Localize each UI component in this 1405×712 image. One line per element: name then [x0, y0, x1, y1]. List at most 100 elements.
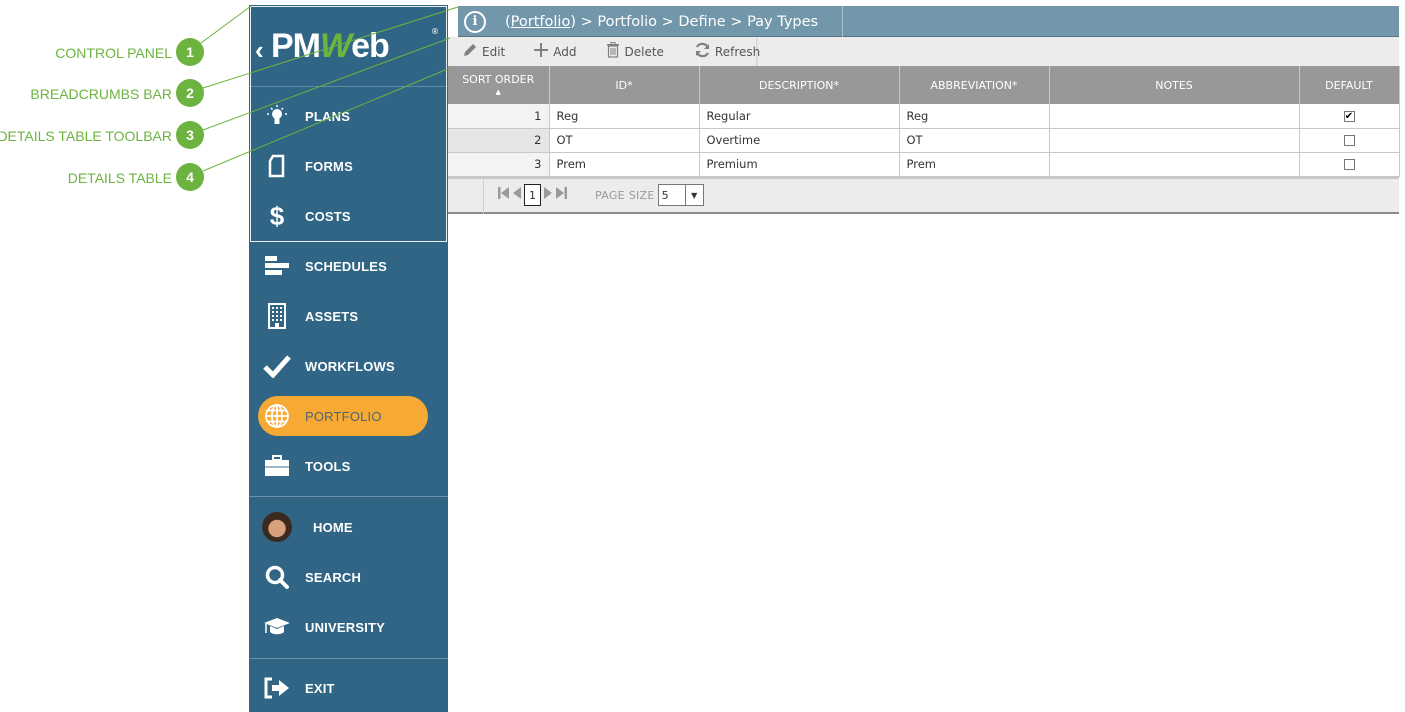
cell-abbreviation[interactable]: Reg [899, 104, 1050, 129]
pager: 1 PAGE SIZE 5 ▼ [448, 176, 1399, 214]
add-button[interactable]: Add [533, 42, 576, 62]
search-icon [249, 564, 305, 590]
info-icon[interactable]: i [464, 10, 486, 33]
cell-abbreviation[interactable]: OT [899, 128, 1050, 153]
callout-badge-2: 2 [176, 79, 204, 107]
breadcrumb-link-portfolio[interactable]: Portfolio [511, 14, 571, 30]
sidebar-item-schedules[interactable]: SCHEDULES [249, 246, 448, 286]
sidebar-divider [249, 496, 448, 497]
graduation-cap-icon [249, 616, 305, 638]
plus-icon [533, 42, 549, 62]
cell-description[interactable]: Overtime [699, 128, 900, 153]
sidebar-item-label: TOOLS [305, 458, 351, 474]
sidebar-item-search[interactable]: SEARCH [249, 557, 448, 597]
lightbulb-icon [249, 103, 305, 129]
sort-ascending-icon: ▲ [495, 88, 501, 96]
breadcrumb: (Portfolio) > Portfolio > Define > Pay T… [505, 14, 818, 30]
last-page-button[interactable] [556, 186, 567, 204]
pager-lead-cell [448, 178, 484, 214]
delete-button[interactable]: Delete [606, 41, 664, 62]
trash-icon [606, 41, 620, 62]
next-page-button[interactable] [544, 186, 552, 204]
gantt-icon [249, 255, 305, 277]
current-page[interactable]: 1 [524, 184, 541, 206]
sidebar-item-home[interactable]: HOME [249, 507, 448, 547]
sidebar-item-university[interactable]: UNIVERSITY [249, 607, 448, 647]
column-header-description[interactable]: DESCRIPTION* [699, 66, 900, 104]
table-row[interactable]: 2 OT Overtime OT [448, 128, 1400, 153]
cell-default [1299, 128, 1400, 153]
prev-page-button[interactable] [513, 186, 521, 204]
home-avatar-wrap [249, 512, 305, 542]
cell-description[interactable]: Regular [699, 104, 900, 129]
sidebar-item-forms[interactable]: FORMS [249, 146, 448, 186]
sidebar-item-costs[interactable]: $ COSTS [249, 196, 448, 236]
column-header-id[interactable]: ID* [549, 66, 700, 104]
table-row[interactable]: 3 Prem Premium Prem [448, 152, 1400, 177]
cell-id[interactable]: Prem [549, 152, 700, 177]
default-checkbox[interactable] [1343, 159, 1355, 170]
sidebar-item-assets[interactable]: ASSETS [249, 296, 448, 336]
first-page-button[interactable] [498, 186, 509, 204]
page-size-value: 5 [661, 188, 669, 202]
cell-notes[interactable] [1049, 152, 1300, 177]
delete-label: Delete [624, 44, 664, 59]
cell-sort-order[interactable]: 1 [448, 104, 550, 129]
column-header-default[interactable]: DEFAULT [1299, 66, 1400, 104]
table-row[interactable]: 1 Reg Regular Reg ✔ [448, 104, 1400, 129]
callout-label-details-table-toolbar: DETAILS TABLE TOOLBAR [0, 128, 172, 144]
sidebar-item-label: SEARCH [305, 569, 362, 585]
refresh-icon [694, 42, 711, 62]
refresh-button[interactable]: Refresh [694, 42, 760, 62]
sidebar-item-label: COSTS [305, 208, 351, 224]
column-header-abbreviation[interactable]: ABBREVIATION* [899, 66, 1050, 104]
sidebar-item-label: PORTFOLIO [305, 408, 382, 424]
cell-id[interactable]: OT [549, 128, 700, 153]
cell-abbreviation[interactable]: Prem [899, 152, 1050, 177]
edit-button[interactable]: Edit [462, 42, 505, 62]
edit-label: Edit [482, 44, 506, 59]
sidebar-item-workflows[interactable]: WORKFLOWS [249, 346, 448, 386]
cell-notes[interactable] [1049, 128, 1300, 153]
callout-badge-1: 1 [176, 38, 204, 66]
sidebar-item-label: SCHEDULES [305, 258, 387, 274]
chevron-down-icon[interactable]: ▼ [684, 185, 703, 205]
building-icon [249, 303, 305, 329]
column-header-notes[interactable]: NOTES [1049, 66, 1300, 104]
sidebar-item-label: HOME [313, 519, 353, 535]
cell-default [1299, 152, 1400, 177]
breadcrumb-path: > Portfolio > Define > Pay Types [576, 13, 819, 30]
sidebar-divider [249, 658, 448, 659]
details-table: SORT ORDER ▲ ID* DESCRIPTION* ABBREVIATIO… [448, 66, 1400, 214]
sidebar-item-label: ASSETS [305, 308, 359, 324]
sidebar-item-label: UNIVERSITY [305, 619, 386, 635]
default-checkbox[interactable] [1343, 135, 1355, 146]
cell-description[interactable]: Premium [699, 152, 900, 177]
control-panel: ‹ PMWeb ® PLANS FORMS $ COSTS SCHEDULES … [249, 5, 448, 712]
breadcrumb-tab: i (Portfolio) > Portfolio > Define > Pay… [458, 6, 843, 37]
cell-default: ✔ [1299, 104, 1400, 129]
sidebar-item-tools[interactable]: TOOLS [249, 446, 448, 486]
cell-id[interactable]: Reg [549, 104, 700, 129]
column-header-label: SORT ORDER [462, 73, 535, 86]
table-header-row: SORT ORDER ▲ ID* DESCRIPTION* ABBREVIATIO… [448, 66, 1400, 104]
refresh-label: Refresh [714, 44, 761, 59]
default-checkbox[interactable]: ✔ [1343, 110, 1355, 122]
exit-icon [249, 676, 305, 700]
avatar [262, 512, 292, 542]
sidebar-item-exit[interactable]: EXIT [249, 668, 448, 708]
cell-sort-order[interactable]: 2 [448, 128, 550, 153]
callout-badge-4: 4 [176, 163, 204, 191]
breadcrumbs-bar: i (Portfolio) > Portfolio > Define > Pay… [458, 6, 1399, 37]
sidebar-item-plans[interactable]: PLANS [249, 96, 448, 136]
column-header-sort-order[interactable]: SORT ORDER ▲ [448, 66, 550, 104]
callout-line-1 [200, 5, 252, 44]
add-label: Add [553, 44, 577, 59]
details-table-toolbar: Edit Add Delete Refresh [448, 37, 1399, 66]
cell-sort-order[interactable]: 3 [448, 152, 550, 177]
sidebar-item-portfolio[interactable]: PORTFOLIO [249, 396, 448, 436]
page-size-select[interactable]: 5 ▼ [657, 184, 704, 206]
pencil-icon [462, 42, 478, 62]
cell-notes[interactable] [1049, 104, 1300, 129]
checkmark-icon [249, 354, 305, 378]
